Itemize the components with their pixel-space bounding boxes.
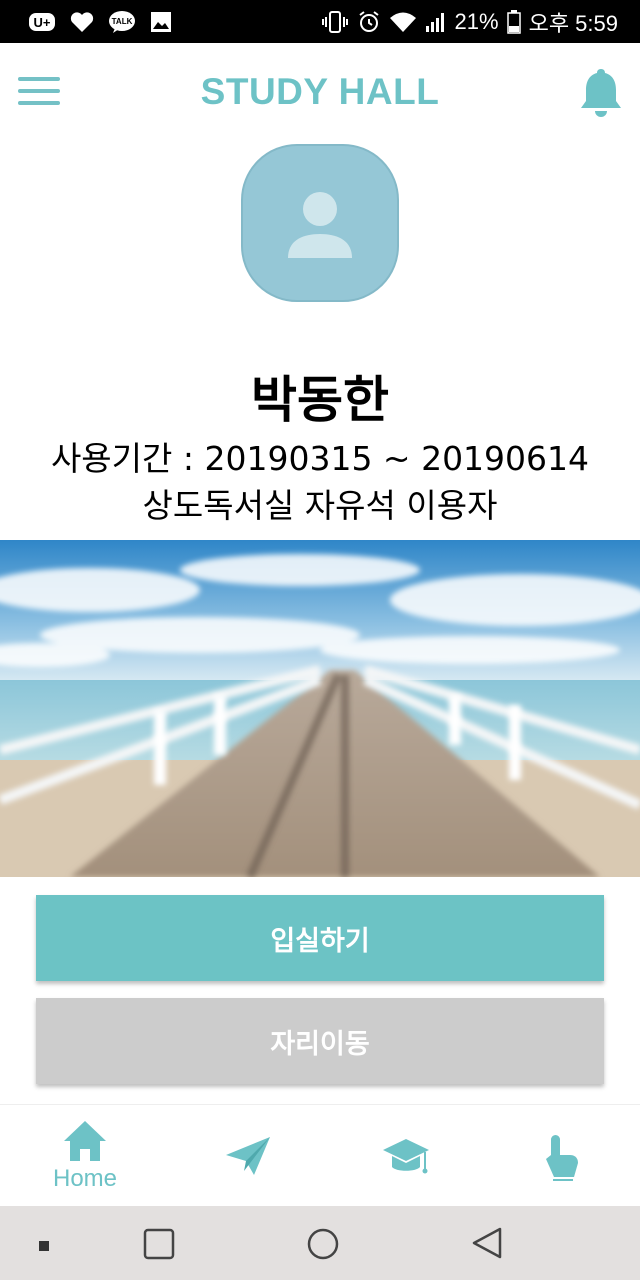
system-navigation-bar bbox=[0, 1206, 640, 1280]
battery-icon bbox=[506, 9, 521, 34]
user-name: 박동한 bbox=[251, 371, 389, 429]
image-icon bbox=[150, 11, 172, 33]
kakao-talk-icon: TALK bbox=[108, 10, 136, 34]
clock: 오후 5:59 bbox=[528, 10, 618, 36]
banner-image bbox=[0, 540, 640, 877]
enter-button[interactable]: 입실하기 bbox=[36, 895, 604, 981]
bell-icon bbox=[581, 69, 621, 117]
circle-icon bbox=[307, 1228, 339, 1260]
nav-send[interactable] bbox=[188, 1105, 308, 1205]
bottom-navigation: Home bbox=[0, 1104, 640, 1207]
wifi-icon bbox=[389, 10, 417, 34]
usage-period: 사용기간 : 20190315 ~ 20190614 bbox=[50, 439, 590, 478]
signal-icon bbox=[425, 11, 447, 33]
nav-touch[interactable] bbox=[500, 1105, 620, 1205]
home-icon bbox=[64, 1121, 106, 1161]
square-icon bbox=[143, 1228, 175, 1260]
battery-percent: 21% bbox=[454, 8, 499, 34]
move-seat-button[interactable]: 자리이동 bbox=[36, 998, 604, 1084]
recents-dot-button[interactable] bbox=[38, 1237, 50, 1256]
user-silhouette-icon bbox=[288, 192, 352, 258]
notification-bell-button[interactable] bbox=[578, 67, 624, 119]
vibrate-icon bbox=[321, 10, 349, 34]
back-button[interactable] bbox=[470, 1226, 504, 1264]
back-triangle-icon bbox=[472, 1227, 502, 1259]
graduation-cap-icon bbox=[383, 1139, 429, 1174]
nav-education[interactable] bbox=[346, 1105, 466, 1205]
app-title: STUDY HALL bbox=[200, 71, 440, 112]
kakao-talk-label: TALK bbox=[112, 17, 133, 26]
profile-avatar[interactable] bbox=[241, 144, 399, 302]
touch-icon bbox=[546, 1135, 578, 1181]
status-bar-notifications: U+ TALK bbox=[28, 10, 172, 34]
u-plus-icon: U+ bbox=[28, 10, 56, 34]
status-bar: U+ TALK 21% 오후 5:59 bbox=[0, 0, 640, 43]
heart-icon bbox=[70, 11, 94, 33]
home-system-button[interactable] bbox=[306, 1227, 340, 1265]
status-bar-system: 21% 오후 5:59 bbox=[321, 6, 618, 38]
dot-icon bbox=[39, 1241, 49, 1251]
nav-home[interactable]: Home bbox=[25, 1105, 145, 1205]
paper-plane-icon bbox=[226, 1137, 270, 1175]
app-bar: STUDY HALL bbox=[0, 43, 640, 143]
nav-home-label: Home bbox=[52, 1165, 118, 1192]
user-type: 상도독서실 자유석 이용자 bbox=[142, 486, 498, 525]
alarm-icon bbox=[357, 10, 381, 34]
svg-text:U+: U+ bbox=[34, 15, 51, 30]
overview-button[interactable] bbox=[143, 1228, 175, 1264]
